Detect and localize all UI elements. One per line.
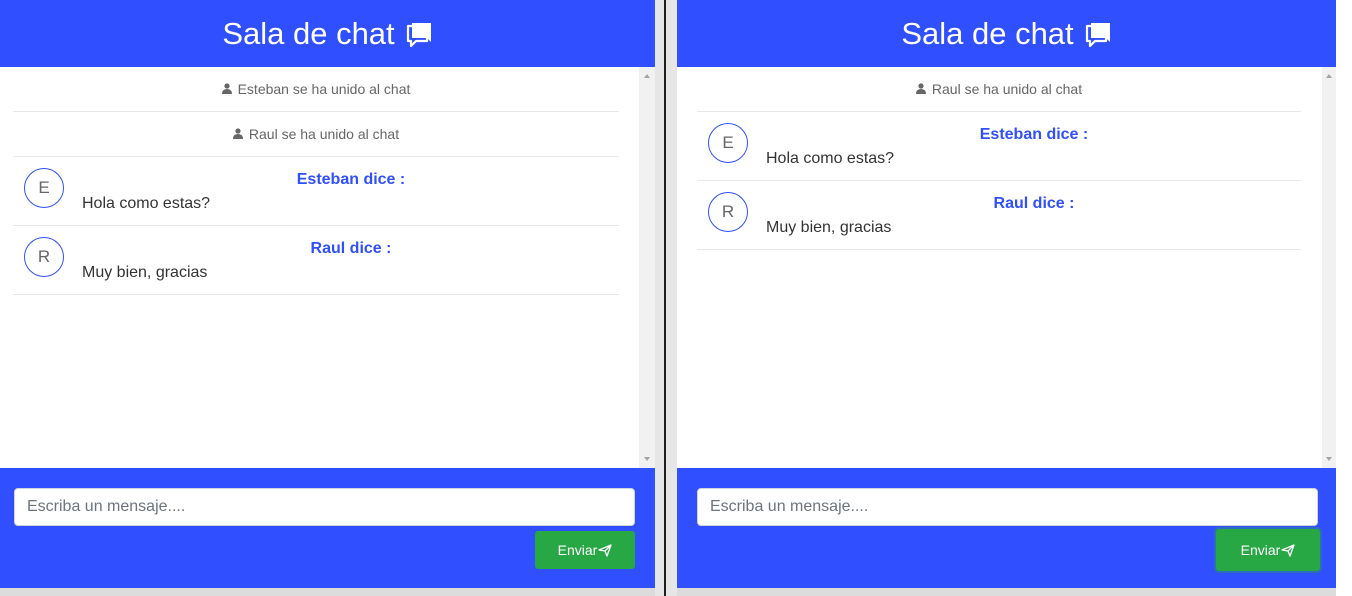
chat-header: Sala de chat [677,0,1336,67]
send-icon [1280,543,1295,557]
message-author: Raul dice : [310,240,392,257]
chat-title: Sala de chat [222,15,395,51]
system-message-text: Esteban se ha unido al chat [237,81,411,97]
system-message-text: Raul se ha unido al chat [248,126,400,142]
user-icon [915,81,926,97]
message-text: Hola como estas? [82,195,211,212]
message-author: Raul dice : [993,195,1075,212]
chat-message: E Esteban dice : Hola como estas? [13,157,619,226]
chat-footer: Enviar [677,468,1336,588]
avatar: R [24,237,64,277]
message-text: Hola como estas? [766,150,895,167]
message-input[interactable] [14,488,635,526]
chat-window-left: Sala de chat Esteban se ha unido al chat… [0,0,655,588]
message-text: Muy bien, gracias [82,264,208,281]
system-message: Esteban se ha unido al chat [13,67,619,112]
user-icon [221,81,232,97]
send-button[interactable]: Enviar [1216,529,1320,571]
message-list[interactable]: Esteban se ha unido al chat Raul se ha u… [0,67,639,468]
message-author: Esteban dice : [979,126,1089,143]
message-text: Muy bien, gracias [766,219,892,236]
chat-title: Sala de chat [901,15,1074,51]
chat-message: R Raul dice : Muy bien, gracias [697,181,1301,250]
send-button-label: Enviar [1240,542,1281,558]
system-message: Raul se ha unido al chat [13,112,619,157]
chat-footer: Enviar [0,468,655,588]
system-message-text: Raul se ha unido al chat [931,81,1083,97]
message-list[interactable]: Raul se ha unido al chat E Esteban dice … [677,67,1322,468]
send-button[interactable]: Enviar [535,531,635,569]
avatar: E [708,123,748,163]
chat-bubbles-icon [1084,21,1112,47]
system-message: Raul se ha unido al chat [697,67,1301,112]
send-icon [597,543,612,557]
window-divider [664,0,666,596]
avatar: R [708,192,748,232]
scrollbar[interactable] [639,67,655,468]
scroll-down-arrow-icon[interactable] [1322,452,1336,466]
scroll-up-arrow-icon[interactable] [1322,69,1336,83]
scrollbar[interactable] [1322,67,1336,468]
scroll-down-arrow-icon[interactable] [639,452,655,466]
avatar: E [24,168,64,208]
scroll-up-arrow-icon[interactable] [639,69,655,83]
message-input[interactable] [697,488,1318,526]
send-button-label: Enviar [557,542,598,558]
chat-message: E Esteban dice : Hola como estas? [697,112,1301,181]
user-icon [232,126,243,142]
chat-window-right: Sala de chat Raul se ha unido al chat E … [677,0,1336,588]
chat-message: R Raul dice : Muy bien, gracias [13,226,619,295]
chat-header: Sala de chat [0,0,655,67]
chat-bubbles-icon [405,21,433,47]
message-author: Esteban dice : [296,171,406,188]
